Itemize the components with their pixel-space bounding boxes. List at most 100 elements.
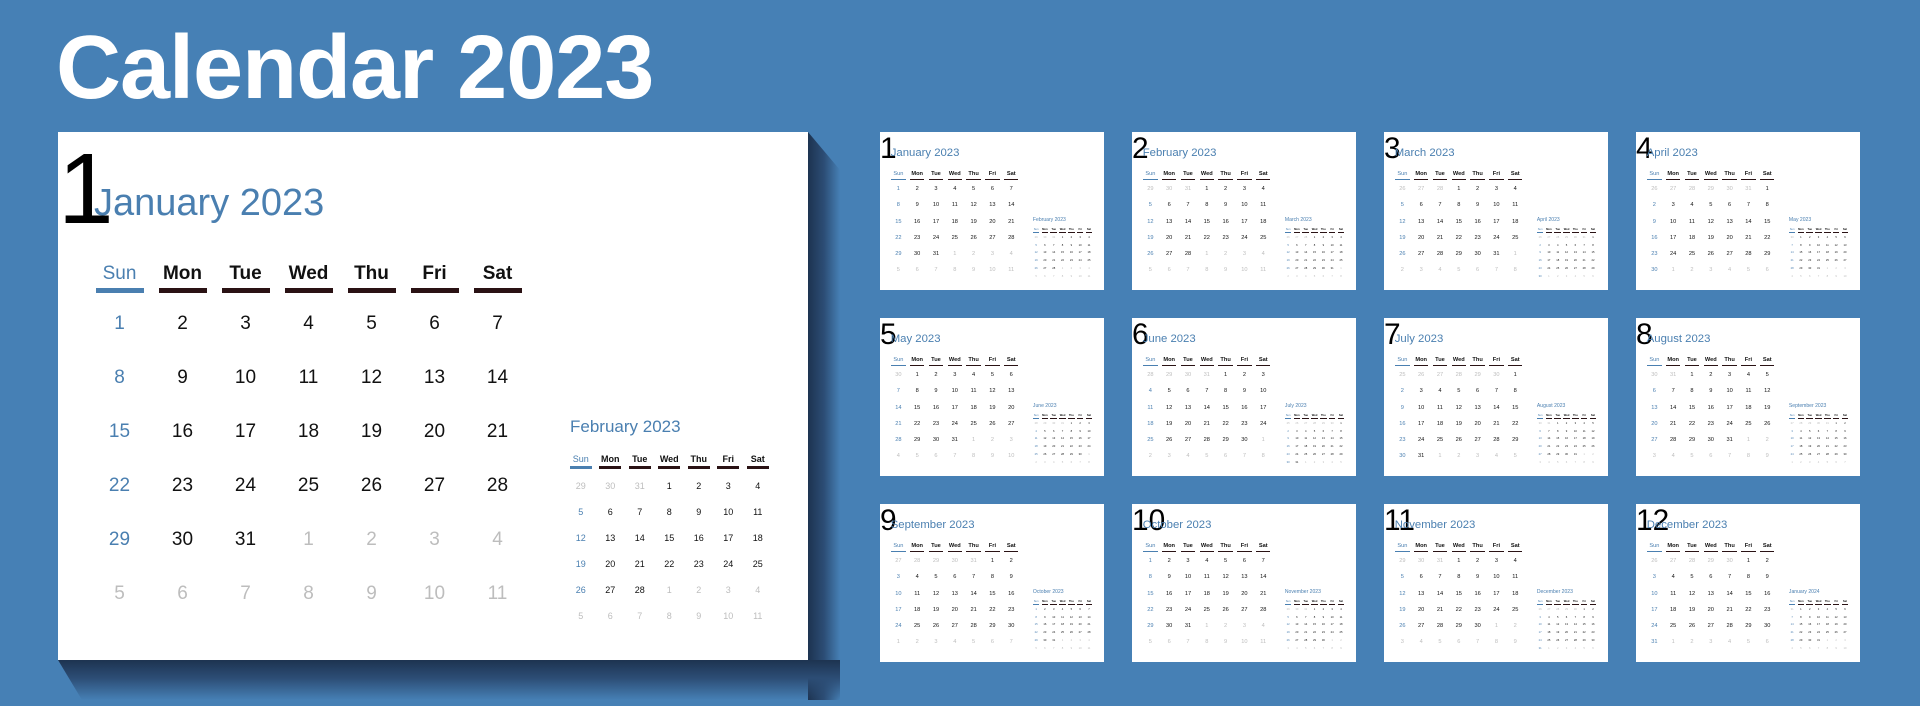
day-cell[interactable]: 20 xyxy=(1645,416,1664,432)
day-cell[interactable]: 13 xyxy=(1536,435,1545,443)
day-cell[interactable]: 21 xyxy=(1049,257,1058,265)
day-cell[interactable]: 25 xyxy=(743,551,773,577)
day-cell[interactable]: 7 xyxy=(625,499,655,525)
day-cell[interactable]: 14 xyxy=(1664,400,1683,416)
day-cell[interactable]: 29 xyxy=(1506,432,1525,448)
day-cell[interactable]: 17 xyxy=(1085,435,1094,443)
day-cell[interactable]: 4 xyxy=(1797,428,1806,436)
day-cell[interactable]: 7 xyxy=(1788,614,1797,622)
day-cell[interactable]: 30 xyxy=(1805,265,1814,273)
day-cell[interactable]: 14 xyxy=(1002,197,1021,213)
day-cell[interactable]: 20 xyxy=(1293,629,1302,637)
day-cell[interactable]: 4 xyxy=(1823,234,1832,242)
day-cell[interactable]: 5 xyxy=(1216,553,1235,569)
day-cell[interactable]: 19 xyxy=(983,400,1002,416)
day-cell[interactable]: 8 xyxy=(1310,614,1319,622)
day-cell[interactable]: 20 xyxy=(1076,621,1085,629)
day-cell[interactable]: 20 xyxy=(1468,416,1487,432)
day-cell[interactable]: 23 xyxy=(151,459,214,513)
day-cell[interactable]: 10 xyxy=(1645,586,1664,602)
day-cell[interactable]: 18 xyxy=(1085,249,1094,257)
day-cell[interactable]: 3 xyxy=(214,297,277,351)
day-cell[interactable]: 16 xyxy=(1701,400,1720,416)
day-cell[interactable]: 10 xyxy=(1328,242,1337,250)
day-cell[interactable]: 20 xyxy=(1536,443,1545,451)
day-cell[interactable]: 9 xyxy=(908,197,927,213)
day-cell[interactable]: 9 xyxy=(1067,242,1076,250)
month-card-november[interactable]: November 2023 Sun Mon Tue Wed Thu Fri Sat 29 30 31… xyxy=(1384,504,1608,662)
day-cell[interactable]: 6 xyxy=(1076,606,1085,614)
day-cell[interactable]: 5 xyxy=(1683,569,1702,585)
day-cell[interactable]: 27 xyxy=(1468,432,1487,448)
day-cell[interactable]: 18 xyxy=(1431,416,1450,432)
day-cell[interactable]: 20 xyxy=(1701,602,1720,618)
day-cell[interactable]: 4 xyxy=(743,473,773,499)
day-cell[interactable]: 17 xyxy=(1720,400,1739,416)
month-card-june[interactable]: June 2023 Sun Mon Tue Wed Thu Fri Sat 28 29 30 31 1 2… xyxy=(1132,318,1356,476)
month-card-april[interactable]: April 2023 Sun Mon Tue Wed Thu Fri Sat 26 27 28 29 3… xyxy=(1636,132,1860,290)
day-cell[interactable]: 24 xyxy=(1049,629,1058,637)
day-cell[interactable]: 14 xyxy=(1720,586,1739,602)
day-cell[interactable]: 31 xyxy=(1814,265,1823,273)
day-cell[interactable]: 13 xyxy=(1720,214,1739,230)
day-cell[interactable]: 2 xyxy=(1805,606,1814,614)
day-cell[interactable]: 3 xyxy=(1664,197,1683,213)
day-cell[interactable]: 31 xyxy=(1645,634,1664,650)
day-cell[interactable]: 25 xyxy=(1739,416,1758,432)
day-cell[interactable]: 19 xyxy=(927,602,946,618)
day-cell[interactable]: 7 xyxy=(1431,569,1450,585)
day-cell[interactable]: 24 xyxy=(1328,257,1337,265)
day-cell[interactable]: 26 xyxy=(983,416,1002,432)
day-cell[interactable]: 19 xyxy=(1589,435,1598,443)
day-cell[interactable]: 19 xyxy=(1553,629,1562,637)
day-cell[interactable]: 20 xyxy=(983,214,1002,230)
day-cell[interactable]: 16 xyxy=(1468,586,1487,602)
day-cell[interactable]: 19 xyxy=(1393,602,1412,618)
day-cell[interactable]: 29 xyxy=(1580,637,1589,645)
day-cell[interactable]: 29 xyxy=(1067,451,1076,459)
month-card-may[interactable]: May 2023 Sun Mon Tue Wed Thu Fri Sat 30 1 2 3 4 5 6 7 8 9… xyxy=(880,318,1104,476)
day-cell[interactable]: 3 xyxy=(1814,606,1823,614)
day-cell[interactable]: 17 xyxy=(1814,249,1823,257)
day-cell[interactable]: 29 xyxy=(908,432,927,448)
day-cell[interactable]: 11 xyxy=(908,586,927,602)
day-cell[interactable]: 15 xyxy=(1739,586,1758,602)
day-cell[interactable]: 12 xyxy=(1393,586,1412,602)
day-cell[interactable]: 13 xyxy=(1412,586,1431,602)
day-cell[interactable]: 17 xyxy=(714,525,744,551)
day-cell[interactable]: 16 xyxy=(1076,435,1085,443)
day-cell[interactable]: 10 xyxy=(1085,428,1094,436)
day-cell[interactable]: 17 xyxy=(1536,629,1545,637)
day-cell[interactable]: 2 xyxy=(1319,234,1328,242)
day-cell[interactable]: 12 xyxy=(1160,400,1179,416)
day-cell[interactable]: 30 xyxy=(1805,637,1814,645)
day-cell[interactable]: 10 xyxy=(1328,614,1337,622)
day-cell[interactable]: 29 xyxy=(88,513,151,567)
day-cell[interactable]: 1 xyxy=(1310,234,1319,242)
day-cell[interactable]: 8 xyxy=(1310,242,1319,250)
day-cell[interactable]: 14 xyxy=(1571,621,1580,629)
day-cell[interactable]: 4 xyxy=(1506,181,1525,197)
day-cell[interactable]: 20 xyxy=(1412,230,1431,246)
day-cell[interactable]: 16 xyxy=(684,525,714,551)
day-cell[interactable]: 13 xyxy=(596,525,626,551)
day-cell[interactable]: 7 xyxy=(1571,614,1580,622)
day-cell[interactable]: 26 xyxy=(1805,451,1814,459)
day-cell[interactable]: 30 xyxy=(1319,637,1328,645)
day-cell[interactable]: 10 xyxy=(214,351,277,405)
day-cell[interactable]: 10 xyxy=(1571,428,1580,436)
day-cell[interactable]: 8 xyxy=(655,499,685,525)
day-cell[interactable]: 1 xyxy=(983,553,1002,569)
day-cell[interactable]: 15 xyxy=(1797,249,1806,257)
day-cell[interactable]: 22 xyxy=(1739,602,1758,618)
day-cell[interactable]: 8 xyxy=(1141,569,1160,585)
day-cell[interactable]: 24 xyxy=(1645,618,1664,634)
day-cell[interactable]: 29 xyxy=(1310,265,1319,273)
day-cell[interactable]: 18 xyxy=(1797,443,1806,451)
day-cell[interactable]: 22 xyxy=(983,602,1002,618)
day-cell[interactable]: 3 xyxy=(1328,234,1337,242)
day-cell[interactable]: 24 xyxy=(214,459,277,513)
day-cell[interactable]: 12 xyxy=(1041,435,1050,443)
day-cell[interactable]: 14 xyxy=(1487,400,1506,416)
day-cell[interactable]: 2 xyxy=(1468,181,1487,197)
